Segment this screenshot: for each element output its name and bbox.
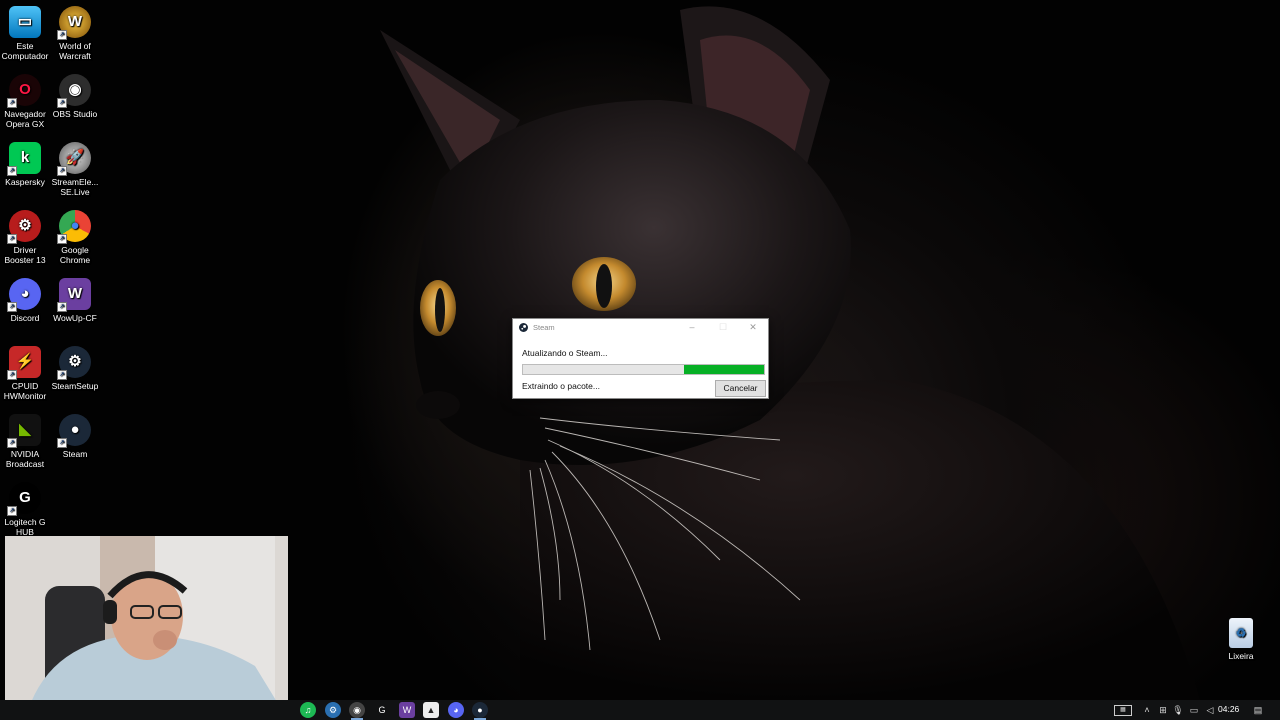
network-icon[interactable]: ▭	[1188, 704, 1200, 716]
shortcut-arrow-icon: ↗	[57, 438, 67, 448]
desktop-icon-chrome[interactable]: ● ↗ Google Chrome	[50, 206, 100, 265]
shortcut-arrow-icon: ↗	[57, 370, 67, 380]
shortcut-arrow-icon: ↗	[7, 234, 17, 244]
shortcut-arrow-icon: ↗	[57, 98, 67, 108]
desktop-icon-wowup[interactable]: W ↗ WowUp-CF	[50, 274, 100, 323]
steam-icon: ● ↗	[57, 414, 91, 448]
desktop-icon-label: Steam	[62, 449, 88, 459]
minimize-button[interactable]: –	[685, 322, 699, 333]
opera-gx-icon: O ↗	[7, 74, 41, 108]
wowup-icon: W ↗	[57, 278, 91, 312]
obs-icon: ◉ ↗	[57, 74, 91, 108]
desktop-icon-obs[interactable]: ◉ ↗ OBS Studio	[50, 70, 100, 119]
driver-booster-icon: ⚙ ↗	[7, 210, 41, 244]
shortcut-arrow-icon: ↗	[7, 370, 17, 380]
desktop-icon-label: Discord	[10, 313, 40, 323]
microphone-icon[interactable]: 🎙	[1172, 704, 1184, 716]
wow-icon: W ↗	[57, 6, 91, 40]
clock[interactable]: 04:26	[1218, 704, 1239, 714]
desktop-icon-label: Navegador Opera GX	[4, 109, 46, 129]
spotify-icon[interactable]: ♫	[300, 702, 316, 718]
webcam-feed-image	[5, 536, 288, 720]
taskbar: ♫ ⚙ ◉ G W ▲ ◕ ● ▦ ˄ ⊞ 🎙 ▭ ◁ 04:26 ▤	[0, 700, 1280, 720]
kaspersky-icon: k ↗	[7, 142, 41, 176]
desktop-icon-label: Logitech G HUB	[4, 517, 46, 537]
desktop-icon-label: Este Computador	[1, 41, 49, 61]
desktop-icon-wow[interactable]: W ↗ World of Warcraft	[50, 2, 100, 61]
webcam-overlay	[5, 536, 288, 720]
shortcut-arrow-icon: ↗	[7, 166, 17, 176]
desktop-icon-driver-booster[interactable]: ⚙ ↗ Driver Booster 13	[0, 206, 50, 265]
desktop-icon-kaspersky[interactable]: k ↗ Kaspersky	[0, 138, 50, 187]
desktop-icon-label: CPUID HWMonitor	[3, 381, 47, 401]
desktop-icon-steam[interactable]: ● ↗ Steam	[50, 410, 100, 459]
shortcut-arrow-icon: ↗	[57, 166, 67, 176]
monitor-icon: ▭	[9, 6, 41, 38]
desktop-icon-label: NVIDIA Broadcast	[5, 449, 45, 469]
close-button[interactable]: ✕	[746, 322, 760, 333]
update-progress-bar	[522, 364, 765, 375]
steam-icon[interactable]: ●	[472, 702, 488, 720]
desktop-icon-nvidia-broadcast[interactable]: ◣ ↗ NVIDIA Broadcast	[0, 410, 50, 469]
keyboard-icon[interactable]: ▦	[1114, 705, 1132, 716]
desktop-icon-label: WowUp-CF	[53, 313, 97, 323]
shortcut-arrow-icon: ↗	[7, 438, 17, 448]
shortcut-arrow-icon: ↗	[7, 302, 17, 312]
photos-icon[interactable]: ▲	[423, 702, 439, 718]
desktop-icon-steam-setup[interactable]: ⚙ ↗ SteamSetup	[50, 342, 100, 391]
hwmonitor-icon: ⚡ ↗	[7, 346, 41, 380]
discord-icon: ◕ ↗	[7, 278, 41, 312]
shortcut-arrow-icon: ↗	[7, 506, 17, 516]
desktop-icon-label: SteamSetup	[51, 381, 99, 391]
maximize-button: ☐	[718, 322, 728, 332]
steam-update-dialog: Steam – ☐ ✕ Atualizando o Steam... Extra…	[512, 318, 769, 399]
cancel-button[interactable]: Cancelar	[715, 380, 766, 397]
desktop-icon-discord[interactable]: ◕ ↗ Discord	[0, 274, 50, 323]
chrome-icon: ● ↗	[57, 210, 91, 244]
recycle-bin-icon: ♻	[1229, 618, 1253, 648]
desktop-icon-label: StreamEle... SE.Live	[51, 177, 99, 197]
desktop-icon-recycle-bin[interactable]: ♻ Lixeira	[1216, 614, 1266, 661]
desktop-icon-opera-gx[interactable]: O ↗ Navegador Opera GX	[0, 70, 50, 129]
desktop-icon-monitor[interactable]: ▭ Este Computador	[0, 2, 50, 61]
update-detail-text: Extraindo o pacote...	[522, 381, 600, 391]
usb-icon[interactable]: ⊞	[1157, 704, 1169, 716]
nvidia-broadcast-icon: ◣ ↗	[7, 414, 41, 448]
shortcut-arrow-icon: ↗	[57, 30, 67, 40]
streamelements-icon: 🚀 ↗	[57, 142, 91, 176]
update-status-text: Atualizando o Steam...	[522, 348, 608, 358]
shortcut-arrow-icon: ↗	[57, 302, 67, 312]
shortcut-arrow-icon: ↗	[7, 98, 17, 108]
logitech-icon[interactable]: G	[374, 702, 390, 718]
discord-icon[interactable]: ◕	[448, 702, 464, 718]
chevron-up-icon[interactable]: ˄	[1141, 704, 1153, 716]
desktop-icon-label: OBS Studio	[52, 109, 98, 119]
steam-setup-icon: ⚙ ↗	[57, 346, 91, 380]
desktop-icon-label: Google Chrome	[59, 245, 91, 265]
desktop-icon-hwmonitor[interactable]: ⚡ ↗ CPUID HWMonitor	[0, 342, 50, 401]
desktop-icon-label: Driver Booster 13	[4, 245, 46, 265]
progress-fill	[684, 365, 764, 374]
shortcut-arrow-icon: ↗	[57, 234, 67, 244]
desktop-icon-label: Kaspersky	[5, 177, 45, 187]
obs-icon[interactable]: ◉	[349, 702, 365, 720]
dialog-title: Steam	[533, 323, 555, 332]
wowup-icon[interactable]: W	[399, 702, 415, 718]
desktop-icon-label: World of Warcraft	[59, 41, 91, 61]
desktop-icon-streamelements[interactable]: 🚀 ↗ StreamEle... SE.Live	[50, 138, 100, 197]
logitech-icon: G ↗	[7, 482, 41, 516]
steam-icon	[519, 319, 528, 337]
volume-icon[interactable]: ◁	[1204, 704, 1216, 716]
steam-setup-icon[interactable]: ⚙	[325, 702, 341, 718]
desktop-icon-logitech[interactable]: G ↗ Logitech G HUB	[0, 478, 50, 537]
notification-icon[interactable]: ▤	[1252, 704, 1264, 716]
desktop-icon-label: Lixeira	[1228, 651, 1254, 661]
